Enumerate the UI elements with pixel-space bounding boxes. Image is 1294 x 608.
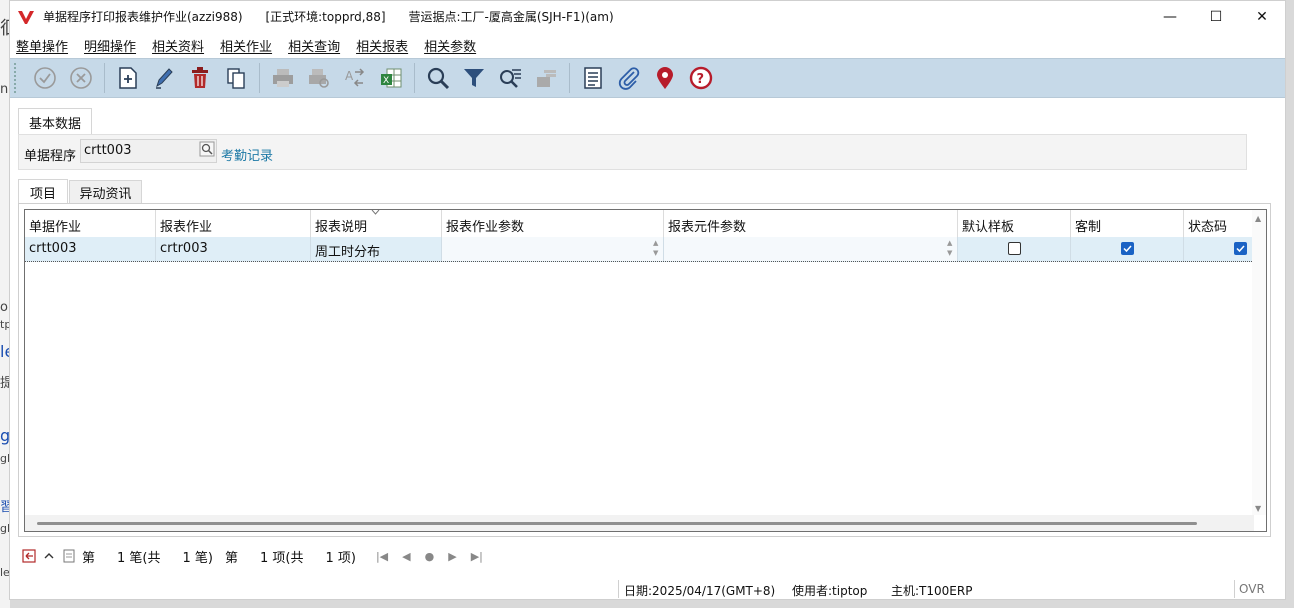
svg-text:X: X <box>383 76 389 86</box>
items-grid: 单据作业 报表作业 报表说明 报表作业参数 报表元件参数 默认样板 客制 状态码… <box>24 209 1267 532</box>
col-status[interactable]: 状态码 <box>1184 210 1254 237</box>
cell-custom <box>1071 237 1184 261</box>
cell-component-params[interactable]: ▲ ▼ <box>664 237 958 261</box>
location-icon[interactable] <box>650 63 680 93</box>
table-row[interactable]: crtt003 crtr003 周工时分布 ▲ ▼ ▲ ▼ <box>25 237 1254 262</box>
status-bar: 日期:2025/04/17(GMT+8) 使用者:tiptop 主机:T100E… <box>10 577 1285 599</box>
search-icon[interactable] <box>423 63 453 93</box>
cell-report-desc[interactable]: 周工时分布 <box>311 237 442 261</box>
confirm-icon[interactable] <box>30 63 60 93</box>
cell-default-template <box>958 237 1071 261</box>
edit-icon[interactable] <box>149 63 179 93</box>
menu-related-query[interactable]: 相关查询 <box>288 36 340 55</box>
app-window: 单据程序打印报表维护作业(azzi988) [正式环境:topprd,88] 营… <box>9 0 1286 600</box>
record-icon[interactable] <box>62 549 76 563</box>
horizontal-scrollbar[interactable] <box>25 515 1254 531</box>
status-user: 使用者:tiptop <box>792 584 868 598</box>
toolbar-grip[interactable] <box>14 63 19 93</box>
menu-detail-ops[interactable]: 明细操作 <box>84 36 136 55</box>
advanced-query-icon[interactable] <box>495 63 525 93</box>
tab-basic-data[interactable]: 基本数据 <box>18 108 92 135</box>
add-icon[interactable] <box>113 63 143 93</box>
col-report-params[interactable]: 报表作业参数 <box>442 210 664 237</box>
status-date: 日期:2025/04/17(GMT+8) <box>624 584 776 598</box>
doc-program-input[interactable]: crtt003 <box>80 139 217 163</box>
col-default-template[interactable]: 默认样板 <box>958 210 1071 237</box>
exit-icon[interactable] <box>22 549 36 563</box>
filter-icon[interactable] <box>459 63 489 93</box>
col-report-desc-label: 报表说明 <box>315 220 368 235</box>
first-page-icon[interactable]: |◀ <box>376 550 388 563</box>
convert-icon[interactable]: A <box>340 63 370 93</box>
sort-indicator-icon <box>371 210 380 215</box>
document-list-icon[interactable] <box>578 63 608 93</box>
last-page-icon[interactable]: ▶| <box>471 550 483 563</box>
component-params-spinner[interactable]: ▲ ▼ <box>947 238 955 258</box>
col-report-job[interactable]: 报表作业 <box>156 210 311 237</box>
toolbar: A X ? <box>10 58 1285 98</box>
grid-header: 单据作业 报表作业 报表说明 报表作业参数 报表元件参数 默认样板 客制 状态码 <box>25 210 1254 238</box>
cancel-icon[interactable] <box>66 63 96 93</box>
cell-doc-job[interactable]: crtt003 <box>25 237 156 261</box>
svg-text:?: ? <box>697 72 705 87</box>
window-title: 单据程序打印报表维护作业(azzi988) [正式环境:topprd,88] 营… <box>43 10 614 24</box>
default-template-checkbox[interactable] <box>1008 242 1021 255</box>
menu-related-params[interactable]: 相关参数 <box>424 36 476 55</box>
vertical-scrollbar[interactable]: ▲ ▼ <box>1252 210 1266 515</box>
col-doc-job[interactable]: 单据作业 <box>25 210 156 237</box>
cell-report-job[interactable]: crtr003 <box>156 237 311 261</box>
col-custom[interactable]: 客制 <box>1071 210 1184 237</box>
menu-related-reports[interactable]: 相关报表 <box>356 36 408 55</box>
copy-icon[interactable] <box>221 63 251 93</box>
app-logo-icon <box>18 10 34 24</box>
cell-status <box>1184 237 1254 261</box>
cell-report-params[interactable]: ▲ ▼ <box>442 237 664 261</box>
title-bar: 单据程序打印报表维护作业(azzi988) [正式环境:topprd,88] 营… <box>10 1 1285 32</box>
delete-icon[interactable] <box>185 63 215 93</box>
menu-related-data[interactable]: 相关资料 <box>152 36 204 55</box>
svg-text:A: A <box>345 69 354 83</box>
basic-data-panel: 单据程序 crtt003 考勤记录 <box>18 134 1247 170</box>
col-report-desc[interactable]: 报表说明 <box>311 210 442 237</box>
col-component-params[interactable]: 报表元件参数 <box>664 210 958 237</box>
pager-item-index: 1 项(共 <box>260 550 304 566</box>
excel-export-icon[interactable]: X <box>376 63 406 93</box>
help-icon[interactable]: ? <box>686 63 716 93</box>
doc-program-description: 考勤记录 <box>221 149 274 164</box>
current-page-icon[interactable]: ● <box>425 550 435 563</box>
pager-record-index: 1 笔(共 <box>117 550 161 566</box>
storage-icon[interactable] <box>531 63 561 93</box>
scroll-up-icon[interactable]: ▲ <box>1255 214 1261 223</box>
print-preview-icon[interactable] <box>304 63 334 93</box>
prev-page-icon[interactable]: ◀ <box>402 550 410 563</box>
next-page-icon[interactable]: ▶ <box>448 550 456 563</box>
pager: 第 1 笔(共 1 笔) 第 1 项(共 1 项) |◀ ◀ ● ▶ ▶| <box>22 545 497 567</box>
pager-item-total: 1 项) <box>325 550 356 566</box>
items-grid-frame: 单据作业 报表作业 报表说明 报表作业参数 报表元件参数 默认样板 客制 状态码… <box>18 203 1271 537</box>
status-host: 主机:T100ERP <box>891 584 973 598</box>
scroll-down-icon[interactable]: ▼ <box>1255 504 1261 513</box>
maximize-button[interactable]: ☐ <box>1193 1 1239 32</box>
menu-document-ops[interactable]: 整单操作 <box>16 36 68 55</box>
doc-program-label: 单据程序 <box>24 149 77 164</box>
status-checkbox[interactable] <box>1234 242 1247 255</box>
pager-record-total: 1 笔) <box>182 550 213 566</box>
close-button[interactable]: ✕ <box>1239 1 1285 32</box>
print-icon[interactable] <box>268 63 298 93</box>
attachment-icon[interactable] <box>614 63 644 93</box>
pager-di2-label: 第 <box>224 550 238 566</box>
pager-di-label: 第 <box>82 550 96 566</box>
report-params-spinner[interactable]: ▲ ▼ <box>653 238 661 258</box>
tab-items[interactable]: 项目 <box>18 179 68 205</box>
custom-checkbox[interactable] <box>1121 242 1134 255</box>
tab-change-info[interactable]: 异动资讯 <box>69 180 142 204</box>
status-ovr-mode: OVR <box>1239 582 1265 596</box>
collapse-up-icon[interactable] <box>42 549 56 563</box>
minimize-button[interactable]: — <box>1147 1 1193 32</box>
menu-related-jobs[interactable]: 相关作业 <box>220 36 272 55</box>
menu-bar: 整单操作 明细操作 相关资料 相关作业 相关查询 相关报表 相关参数 <box>10 33 492 57</box>
lookup-icon[interactable] <box>199 141 215 157</box>
horizontal-scroll-thumb[interactable] <box>37 522 1197 525</box>
